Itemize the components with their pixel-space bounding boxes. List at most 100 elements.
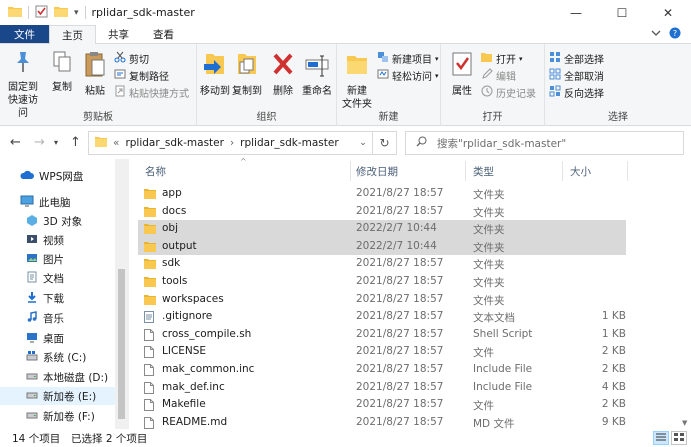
nav-item-3d-objects[interactable]: 3D 对象 <box>0 212 115 230</box>
breadcrumb-separator[interactable]: › <box>230 137 234 149</box>
nav-item-videos[interactable]: 视频 <box>0 231 115 249</box>
nav-item-wps-cloud[interactable]: WPS网盘 <box>0 167 115 185</box>
nav-item-this-pc[interactable]: 此电脑 <box>0 193 115 211</box>
nav-item-drive-d[interactable]: 本地磁盘 (D:) <box>0 368 115 386</box>
search-box[interactable]: 搜索"rplidar_sdk-master" <box>405 131 684 155</box>
folder-icon <box>144 188 156 202</box>
breadcrumb-overflow[interactable]: « <box>113 137 119 149</box>
scroll-down-arrow-icon[interactable]: ▼ <box>682 419 687 427</box>
file-name: cross_compile.sh <box>162 327 252 340</box>
refresh-button[interactable]: ↻ <box>373 131 397 155</box>
search-icon <box>416 136 427 150</box>
select-all-button[interactable]: 全部选择 <box>549 51 604 66</box>
paste-button[interactable]: 粘贴 <box>80 50 110 98</box>
open-group: 属性 打开 ▾ 编辑 历史记录 打开 <box>441 44 545 126</box>
new-folder-button[interactable]: 新建 文件夹 <box>340 50 374 111</box>
help-icon[interactable]: ? <box>669 27 681 42</box>
divider <box>28 6 29 19</box>
file-row[interactable]: output 2022/2/7 10:44 文件夹 <box>138 237 626 256</box>
column-divider[interactable] <box>465 161 466 181</box>
nav-item-music[interactable]: 音乐 <box>0 309 115 327</box>
back-arrow-icon[interactable]: ← <box>10 135 21 150</box>
file-row[interactable]: sdk 2021/8/27 18:57 文件夹 <box>138 255 626 273</box>
file-row[interactable]: tools 2021/8/27 18:57 文件夹 <box>138 273 626 291</box>
file-type: 文件 <box>473 347 494 360</box>
close-button[interactable]: ✕ <box>645 0 691 25</box>
large-icons-view-button[interactable] <box>671 431 687 445</box>
column-header-name[interactable]: 名称 <box>145 159 166 183</box>
properties-label: 属性 <box>452 86 472 97</box>
nav-item-documents[interactable]: 文档 <box>0 269 115 287</box>
tab-file[interactable]: 文件 <box>0 25 49 43</box>
file-row[interactable]: mak_common.inc 2021/8/27 18:57 Include Fil… <box>138 361 626 379</box>
recent-locations-chevron-icon[interactable]: ▾ <box>54 138 58 147</box>
nav-item-drive-e[interactable]: 新加卷 (E:) <box>0 387 115 405</box>
breadcrumb-item[interactable]: rplidar_sdk-master <box>240 137 339 149</box>
cut-button[interactable]: 剪切 <box>114 51 149 66</box>
scrollbar-thumb[interactable] <box>118 269 125 419</box>
pin-icon <box>12 50 34 81</box>
customize-quick-access-icon[interactable]: ▾ <box>74 8 79 18</box>
file-row[interactable]: cross_compile.sh 2021/8/27 18:57 Shell Scr… <box>138 326 626 344</box>
file-icon <box>144 399 154 414</box>
file-row[interactable]: app 2021/8/27 18:57 文件夹 <box>138 185 626 203</box>
file-row[interactable]: Makefile 2021/8/27 18:57 文件 2 KB <box>138 396 626 414</box>
up-arrow-icon[interactable]: ↑ <box>70 135 81 150</box>
file-icon <box>144 346 154 361</box>
copy-to-button[interactable]: 复制到 <box>231 50 263 98</box>
nav-item-pictures[interactable]: 图片 <box>0 250 115 268</box>
rename-button[interactable]: 重命名 <box>299 50 335 98</box>
nav-item-drive-c[interactable]: 系统 (C:) <box>0 348 115 366</box>
tab-home[interactable]: 主页 <box>49 25 96 44</box>
3d-objects-icon <box>26 214 38 229</box>
column-header-type[interactable]: 类型 <box>473 159 494 183</box>
minimize-button[interactable]: — <box>553 0 599 25</box>
file-row[interactable]: obj 2022/2/7 10:44 文件夹 <box>138 220 626 238</box>
nav-item-drive-f[interactable]: 新加卷 (F:) <box>0 407 115 425</box>
tab-share[interactable]: 共享 <box>96 25 141 43</box>
forward-arrow-icon[interactable]: → <box>34 135 45 150</box>
file-row[interactable]: workspaces 2021/8/27 18:57 文件夹 <box>138 291 626 309</box>
select-none-button[interactable]: 全部取消 <box>549 68 604 83</box>
address-bar[interactable]: « rplidar_sdk-master › rplidar_sdk-maste… <box>88 131 373 155</box>
file-date: 2021/8/27 18:57 <box>356 310 444 323</box>
rename-icon <box>304 50 330 85</box>
edit-button[interactable]: 编辑 <box>481 68 516 83</box>
tab-view[interactable]: 查看 <box>141 25 186 43</box>
column-header-date[interactable]: 修改日期 <box>356 159 398 183</box>
invert-selection-button[interactable]: 反向选择 <box>549 85 604 100</box>
breadcrumb-item[interactable]: rplidar_sdk-master <box>125 137 224 149</box>
file-list-scrollbar[interactable]: ▼ <box>680 159 691 429</box>
file-row[interactable]: LICENSE 2021/8/27 18:57 文件 2 KB <box>138 343 626 361</box>
collapse-ribbon-icon[interactable] <box>651 29 661 40</box>
properties-button[interactable]: 属性 <box>447 50 477 98</box>
open-button[interactable]: 打开 ▾ <box>481 51 523 66</box>
properties-check-icon[interactable] <box>35 5 48 21</box>
file-row[interactable]: docs 2021/8/27 18:57 文件夹 <box>138 203 626 221</box>
column-divider[interactable] <box>627 161 628 181</box>
delete-button[interactable]: 删除 <box>268 50 298 98</box>
column-divider[interactable] <box>350 161 351 181</box>
new-item-button[interactable]: 新建项目 ▾ <box>377 51 439 66</box>
paste-shortcut-button[interactable]: 粘贴快捷方式 <box>114 85 189 100</box>
copy-to-icon <box>234 50 260 85</box>
navigation-pane-scrollbar[interactable] <box>115 159 128 429</box>
file-row[interactable]: .gitignore 2021/8/27 18:57 文本文档 1 KB <box>138 308 626 326</box>
copy-path-button[interactable]: 复制路径 <box>114 68 169 83</box>
address-history-dropdown-icon[interactable]: ⌄ <box>354 138 372 148</box>
maximize-button[interactable]: ☐ <box>599 0 645 25</box>
details-view-button[interactable] <box>653 431 669 445</box>
file-type: Include File <box>473 363 533 375</box>
new-folder-icon[interactable] <box>54 5 68 20</box>
organize-group: 移动到 复制到 删除 重命名 组织 <box>197 44 337 126</box>
file-row[interactable]: mak_def.inc 2021/8/27 18:57 Include File 4 … <box>138 379 626 397</box>
column-divider[interactable] <box>562 161 563 181</box>
history-button[interactable]: 历史记录 <box>481 85 536 100</box>
column-header-size[interactable]: 大小 <box>570 159 591 183</box>
copy-button[interactable]: 复制 <box>48 50 76 94</box>
new-item-label: 新建项目 <box>392 55 432 66</box>
easy-access-button[interactable]: 轻松访问 ▾ <box>377 68 439 83</box>
move-to-button[interactable]: 移动到 <box>199 50 231 98</box>
nav-item-downloads[interactable]: 下载 <box>0 289 115 307</box>
nav-item-desktop[interactable]: 桌面 <box>0 329 115 347</box>
